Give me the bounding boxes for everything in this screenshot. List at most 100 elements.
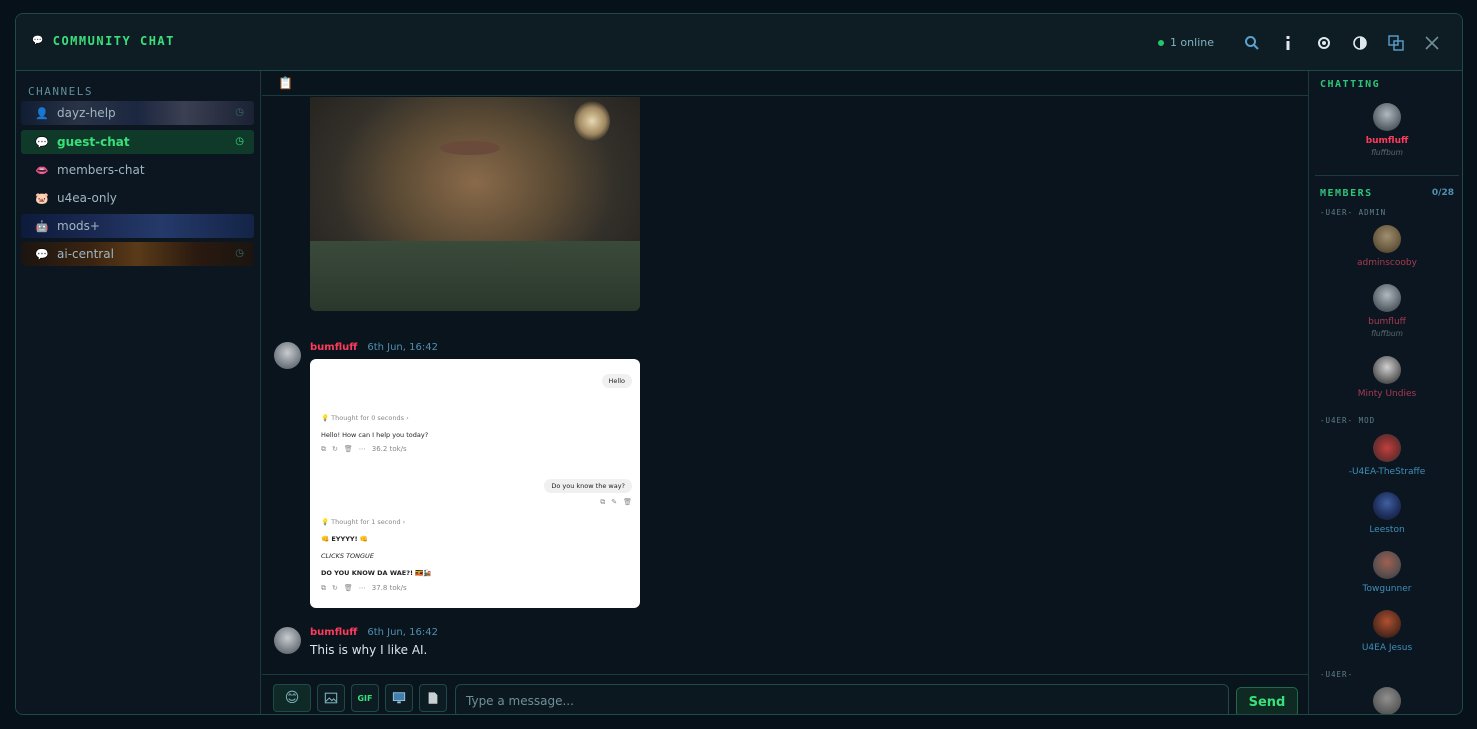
- smiley-icon: 😊: [284, 690, 300, 706]
- monitor-icon: [392, 692, 406, 704]
- send-button[interactable]: Send: [1236, 687, 1298, 714]
- message-username[interactable]: bumfluff: [310, 342, 357, 353]
- member-name: Minty Undies: [1357, 389, 1417, 399]
- more-icon: ⋯: [358, 445, 366, 453]
- emoji-button[interactable]: 😊: [273, 684, 311, 712]
- gif-button[interactable]: GIF: [351, 684, 379, 712]
- copy-icon: ⧉: [321, 445, 326, 453]
- gear-icon[interactable]: [1306, 25, 1342, 61]
- role-heading-admin: -U4ER- ADMIN: [1320, 208, 1387, 217]
- member-unnamed[interactable]: [1309, 687, 1462, 714]
- message-timestamp: 6th Jun, 16:42: [367, 627, 438, 638]
- copy-icon: ⧉: [321, 584, 326, 592]
- lips-icon: 👄: [35, 163, 49, 177]
- speed-text: 36.2 tok/s: [371, 445, 407, 453]
- speech-bubble-icon: 💬: [32, 36, 45, 46]
- role-heading-mod: -U4ER- MOD: [1320, 416, 1376, 425]
- message-username[interactable]: bumfluff: [310, 627, 357, 638]
- screen-share-button[interactable]: [385, 684, 413, 712]
- member-bumfluff[interactable]: bumfluff fluffbum: [1309, 284, 1462, 338]
- member-name: -U4EA-TheStraffe: [1348, 467, 1426, 477]
- dayz-icon: 👤: [35, 106, 49, 120]
- avatar: [1373, 610, 1401, 638]
- channel-guest-chat[interactable]: 💬 guest-chat ◷: [21, 130, 254, 154]
- channel-u4ea-only[interactable]: 🐷 u4ea-only: [21, 186, 254, 210]
- member-u4ea-thestraffe[interactable]: -U4EA-TheStraffe: [1309, 434, 1462, 477]
- member-name: Towgunner: [1362, 584, 1412, 594]
- member-name: bumfluff: [1368, 317, 1406, 327]
- refresh-icon: ↻: [332, 584, 338, 592]
- chatting-member[interactable]: bumfluff fluffbum: [1309, 103, 1462, 157]
- online-count: 1 online: [1169, 36, 1214, 49]
- screenshot-hello-pill: Hello: [601, 374, 632, 388]
- screenshot-actions-1: ⧉ ↻ 🗑 ⋯ 36.2 tok/s: [321, 445, 407, 454]
- member-towgunner[interactable]: Towgunner: [1309, 551, 1462, 594]
- members-heading: MEMBERS: [1320, 188, 1373, 199]
- screenshot-actions-2: ⧉ ↻ 🗑 ⋯ 37.8 tok/s: [321, 584, 407, 593]
- trash-icon: 🗑: [343, 584, 353, 592]
- avatar: [1373, 551, 1401, 579]
- divider: [1315, 175, 1459, 176]
- member-name: Leeston: [1369, 525, 1405, 535]
- avatar: [1373, 103, 1401, 131]
- channel-ai-central[interactable]: 💬 ai-central ◷: [21, 242, 254, 266]
- member-minty-undies[interactable]: Minty Undies: [1309, 356, 1462, 399]
- online-indicator: 1 online: [1157, 36, 1214, 49]
- message-header: bumfluff 6th Jun, 16:42: [310, 627, 438, 638]
- thought-text: Thought for 0 seconds: [331, 414, 404, 422]
- screenshot-thought-1: 💡 Thought for 0 seconds ›: [321, 414, 409, 422]
- thought-text: Thought for 1 second: [331, 518, 401, 526]
- avatar: [1373, 492, 1401, 520]
- screenshot-thought-2: 💡 Thought for 1 second ›: [321, 518, 406, 526]
- channel-members-chat[interactable]: 👄 members-chat: [21, 158, 254, 182]
- message-image-screenshot[interactable]: Hello 💡 Thought for 0 seconds › Hello! H…: [310, 359, 640, 608]
- more-icon: ⋯: [358, 584, 366, 592]
- channel-label: guest-chat: [57, 135, 130, 149]
- member-adminscooby[interactable]: adminscooby: [1309, 225, 1462, 268]
- photo-face: [440, 141, 500, 155]
- channel-label: members-chat: [57, 163, 145, 177]
- speech-bubble-icon: 💬: [35, 135, 49, 149]
- message-area: 📋 bumfluff 6th Jun, 16:42 Hello 💡 Though…: [262, 71, 1308, 714]
- theme-toggle-icon[interactable]: [1342, 25, 1378, 61]
- channel-dayz-help[interactable]: 👤 dayz-help ◷: [21, 101, 254, 125]
- screenshot-line-2: CLICKS TONGUE: [321, 552, 374, 560]
- trash-icon: 🗑: [343, 445, 353, 453]
- message-text: This is why I like AI.: [310, 643, 428, 657]
- channel-label: u4ea-only: [57, 191, 117, 205]
- channel-label: mods+: [57, 219, 100, 233]
- member-u4ea-jesus[interactable]: U4EA Jesus: [1309, 610, 1462, 653]
- photo-shirt: [310, 241, 640, 311]
- info-icon[interactable]: [1270, 25, 1306, 61]
- screenshot-question-pill: Do you know the way?: [544, 479, 632, 493]
- channel-label: ai-central: [57, 247, 114, 261]
- avatar: [1373, 225, 1401, 253]
- popout-icon[interactable]: [1378, 25, 1414, 61]
- message-input[interactable]: Type a message...: [455, 684, 1229, 714]
- message-header: bumfluff 6th Jun, 16:42: [310, 342, 438, 353]
- file-upload-button[interactable]: [419, 684, 447, 712]
- members-panel: CHATTING bumfluff fluffbum MEMBERS 0/28 …: [1308, 71, 1462, 714]
- clipboard-icon[interactable]: 📋: [278, 76, 293, 90]
- trash-icon: 🗑: [623, 498, 632, 506]
- close-icon[interactable]: [1414, 25, 1450, 61]
- member-name: adminscooby: [1357, 258, 1417, 268]
- channel-sidebar: CHANNELS 👤 dayz-help ◷ 💬 guest-chat ◷ 👄 …: [16, 71, 261, 714]
- speech-bubble-icon: 💬: [35, 247, 49, 261]
- screenshot-line-3: DO YOU KNOW DA WAE?! 🇺🇬🚂: [321, 569, 432, 577]
- avatar: [1373, 284, 1401, 312]
- image-icon: [324, 692, 338, 704]
- message-image-photo[interactable]: [310, 97, 640, 311]
- search-icon[interactable]: [1234, 25, 1270, 61]
- channel-mods-plus[interactable]: 🤖 mods+: [21, 214, 254, 238]
- avatar[interactable]: [274, 627, 301, 654]
- avatar[interactable]: [274, 342, 301, 369]
- image-upload-button[interactable]: [317, 684, 345, 712]
- gif-label: GIF: [357, 693, 373, 703]
- member-leeston[interactable]: Leeston: [1309, 492, 1462, 535]
- message-area-header: 📋: [262, 71, 1308, 96]
- chatting-heading: CHATTING: [1320, 79, 1381, 90]
- pig-icon: 🐷: [35, 191, 49, 205]
- screenshot-reply-1: Hello! How can I help you today?: [321, 431, 429, 439]
- screenshot-line-1: 👊 EYYYY! 👊: [321, 535, 368, 543]
